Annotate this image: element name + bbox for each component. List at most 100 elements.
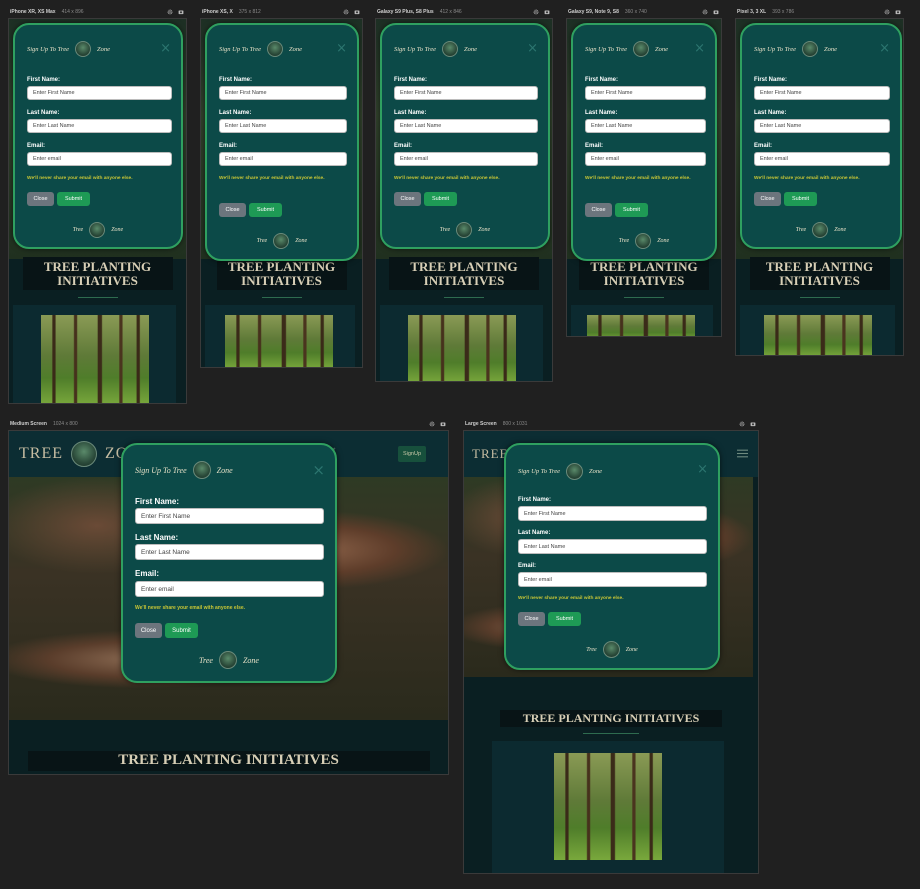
device-frame-iphone-xr: iPhone XR, XS Max 414 x 896 TREE PLANTING… [8, 6, 187, 404]
signup-modal: Sign Up To Tree Zone × First Name: Enter… [121, 443, 337, 683]
camera-icon[interactable] [178, 9, 184, 15]
modal-header: Sign Up To Tree Zone [135, 461, 233, 479]
hamburger-icon[interactable] [737, 448, 748, 459]
footer-zone-text: Zone [295, 238, 308, 244]
device-screen: TREE PLANTING INITIATIVES Sign Up To Tre… [200, 18, 363, 368]
treezone-logo-icon [192, 461, 211, 479]
initiative-card [492, 741, 724, 873]
email-label: Email: [585, 143, 604, 149]
modal-header: Sign Up To Tree Zone [219, 41, 302, 57]
treezone-logo-icon [456, 222, 473, 238]
camera-icon[interactable] [354, 9, 360, 15]
first-name-input[interactable]: Enter First Name [394, 86, 538, 100]
last-name-input[interactable]: Enter Last Name [518, 539, 707, 554]
close-icon[interactable]: × [697, 462, 708, 477]
close-button[interactable]: Close [518, 612, 545, 626]
treezone-logo-icon [565, 463, 583, 480]
device-frame-galaxy-s9-plus: Galaxy S9 Plus, S8 Plus 412 x 846 TREE PL… [375, 6, 553, 382]
footer-zone-text: Zone [625, 646, 638, 653]
close-icon[interactable]: × [312, 461, 325, 479]
submit-button[interactable]: Submit [57, 192, 90, 206]
modal-footer: Tree Zone [15, 222, 181, 238]
last-name-label: Last Name: [518, 530, 551, 536]
last-name-label: Last Name: [754, 110, 787, 116]
first-name-input[interactable]: Enter First Name [518, 506, 707, 521]
frame-header: Galaxy S9, Note 9, S8 360 x 740 [566, 6, 722, 18]
close-button[interactable]: Close [394, 192, 421, 206]
last-name-input[interactable]: Enter Last Name [27, 119, 172, 133]
footer-zone-text: Zone [111, 227, 124, 233]
gear-icon[interactable] [702, 9, 708, 15]
close-button[interactable]: Close [219, 203, 246, 217]
signup-modal: Sign Up To Tree Zone × First Name: Enter… [380, 23, 550, 249]
close-button[interactable]: Close [135, 623, 162, 638]
camera-icon[interactable] [544, 9, 550, 15]
submit-button[interactable]: Submit [784, 192, 817, 206]
submit-button[interactable]: Submit [249, 203, 282, 217]
close-button[interactable]: Close [754, 192, 781, 206]
footer-zone-text: Zone [834, 227, 847, 233]
email-input[interactable]: Enter email [219, 152, 347, 166]
submit-button[interactable]: Submit [615, 203, 648, 217]
gear-icon[interactable] [167, 9, 173, 15]
close-icon[interactable]: × [527, 41, 538, 56]
modal-footer: Tree Zone [123, 651, 335, 669]
modal-footer: Tree Zone [382, 222, 548, 238]
frame-device-dims: 360 x 740 [624, 9, 647, 15]
device-screen: TREE PLANTING INITIATIVES Sign Up To Tre… [566, 18, 722, 337]
first-name-label: First Name: [219, 77, 253, 83]
email-input[interactable]: Enter email [754, 152, 890, 166]
treezone-logo-icon [71, 441, 97, 467]
email-input[interactable]: Enter email [27, 152, 172, 166]
last-name-input[interactable]: Enter Last Name [135, 544, 324, 560]
section-divider [799, 297, 840, 298]
first-name-input[interactable]: Enter First Name [585, 86, 706, 100]
signup-nav-button[interactable]: SignUp [398, 446, 426, 462]
email-input[interactable]: Enter email [394, 152, 538, 166]
gear-icon[interactable] [739, 421, 745, 427]
frame-device-name: Galaxy S9 Plus, S8 Plus [377, 9, 434, 15]
submit-button[interactable]: Submit [424, 192, 457, 206]
email-input[interactable]: Enter email [518, 572, 707, 587]
privacy-note: We'll never share your email with anyone… [754, 176, 860, 181]
section-divider [444, 297, 484, 298]
gear-icon[interactable] [429, 421, 435, 427]
initiative-card [13, 305, 176, 403]
gear-icon[interactable] [884, 9, 890, 15]
treezone-logo-icon [812, 222, 829, 238]
last-name-input[interactable]: Enter Last Name [219, 119, 347, 133]
first-name-input[interactable]: Enter First Name [135, 508, 324, 524]
email-input[interactable]: Enter email [585, 152, 706, 166]
submit-button[interactable]: Submit [165, 623, 198, 638]
first-name-input[interactable]: Enter First Name [754, 86, 890, 100]
first-name-input[interactable]: Enter First Name [27, 86, 172, 100]
close-icon[interactable]: × [879, 41, 890, 56]
last-name-input[interactable]: Enter Last Name [754, 119, 890, 133]
camera-icon[interactable] [440, 421, 446, 427]
gear-icon[interactable] [533, 9, 539, 15]
close-icon[interactable]: × [336, 41, 347, 56]
modal-title-prefix: Sign Up To Tree [27, 45, 69, 53]
frame-header: iPhone XR, XS Max 414 x 896 [8, 6, 187, 18]
camera-icon[interactable] [713, 9, 719, 15]
section-divider [77, 297, 118, 298]
modal-title-suffix: Zone [823, 45, 837, 53]
gear-icon[interactable] [343, 9, 349, 15]
last-name-input[interactable]: Enter Last Name [394, 119, 538, 133]
frame-device-dims: 393 x 786 [772, 9, 795, 15]
modal-title-suffix: Zone [463, 45, 477, 53]
first-name-label: First Name: [754, 77, 788, 83]
email-input[interactable]: Enter email [135, 581, 324, 597]
close-icon[interactable]: × [694, 41, 705, 56]
first-name-input[interactable]: Enter First Name [219, 86, 347, 100]
close-icon[interactable]: × [160, 41, 171, 56]
close-button[interactable]: Close [27, 192, 54, 206]
close-button[interactable]: Close [585, 203, 612, 217]
privacy-note: We'll never share your email with anyone… [27, 176, 133, 181]
frame-device-name: iPhone XS, X [202, 9, 233, 15]
camera-icon[interactable] [750, 421, 756, 427]
submit-button[interactable]: Submit [548, 612, 581, 626]
treezone-logo-icon [218, 651, 237, 669]
last-name-input[interactable]: Enter Last Name [585, 119, 706, 133]
camera-icon[interactable] [895, 9, 901, 15]
